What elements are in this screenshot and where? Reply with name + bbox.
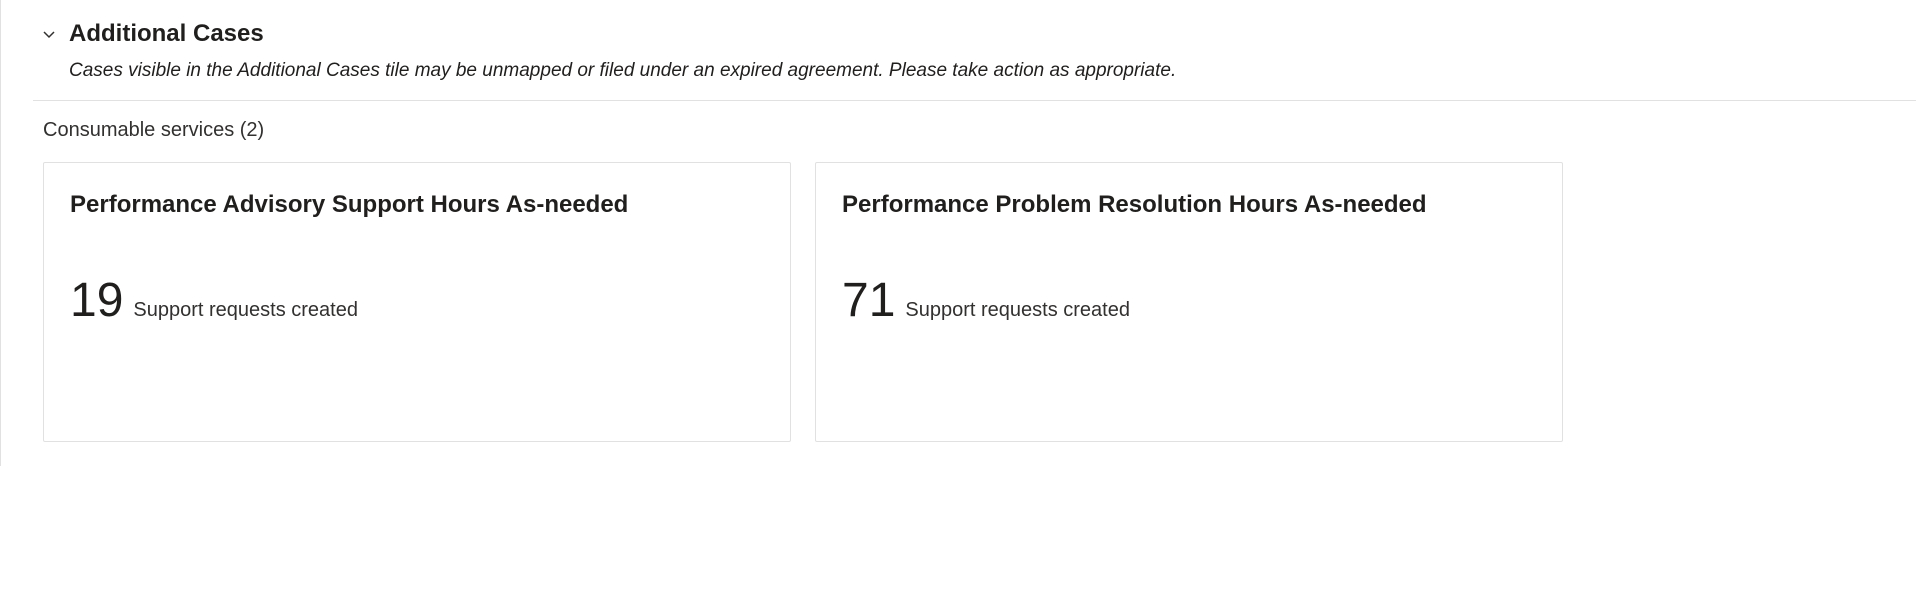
metric-count: 19 [70, 277, 123, 325]
card-title: Performance Problem Resolution Hours As-… [842, 191, 1536, 219]
metric-label: Support requests created [133, 299, 358, 322]
additional-cases-header[interactable]: Additional Cases [1, 0, 1916, 56]
card-metric: 19 Support requests created [70, 277, 764, 325]
consumable-services-header: Consumable services (2) [1, 101, 1916, 162]
additional-cases-title: Additional Cases [69, 20, 264, 48]
additional-cases-description: Cases visible in the Additional Cases ti… [1, 56, 1916, 100]
chevron-down-icon[interactable] [42, 27, 56, 41]
metric-label: Support requests created [905, 299, 1130, 322]
service-card-advisory[interactable]: Performance Advisory Support Hours As-ne… [43, 162, 791, 442]
card-title: Performance Advisory Support Hours As-ne… [70, 191, 764, 219]
service-card-resolution[interactable]: Performance Problem Resolution Hours As-… [815, 162, 1563, 442]
page-container: Additional Cases Cases visible in the Ad… [0, 0, 1916, 466]
metric-count: 71 [842, 277, 895, 325]
cards-row: Performance Advisory Support Hours As-ne… [1, 162, 1916, 466]
card-metric: 71 Support requests created [842, 277, 1536, 325]
